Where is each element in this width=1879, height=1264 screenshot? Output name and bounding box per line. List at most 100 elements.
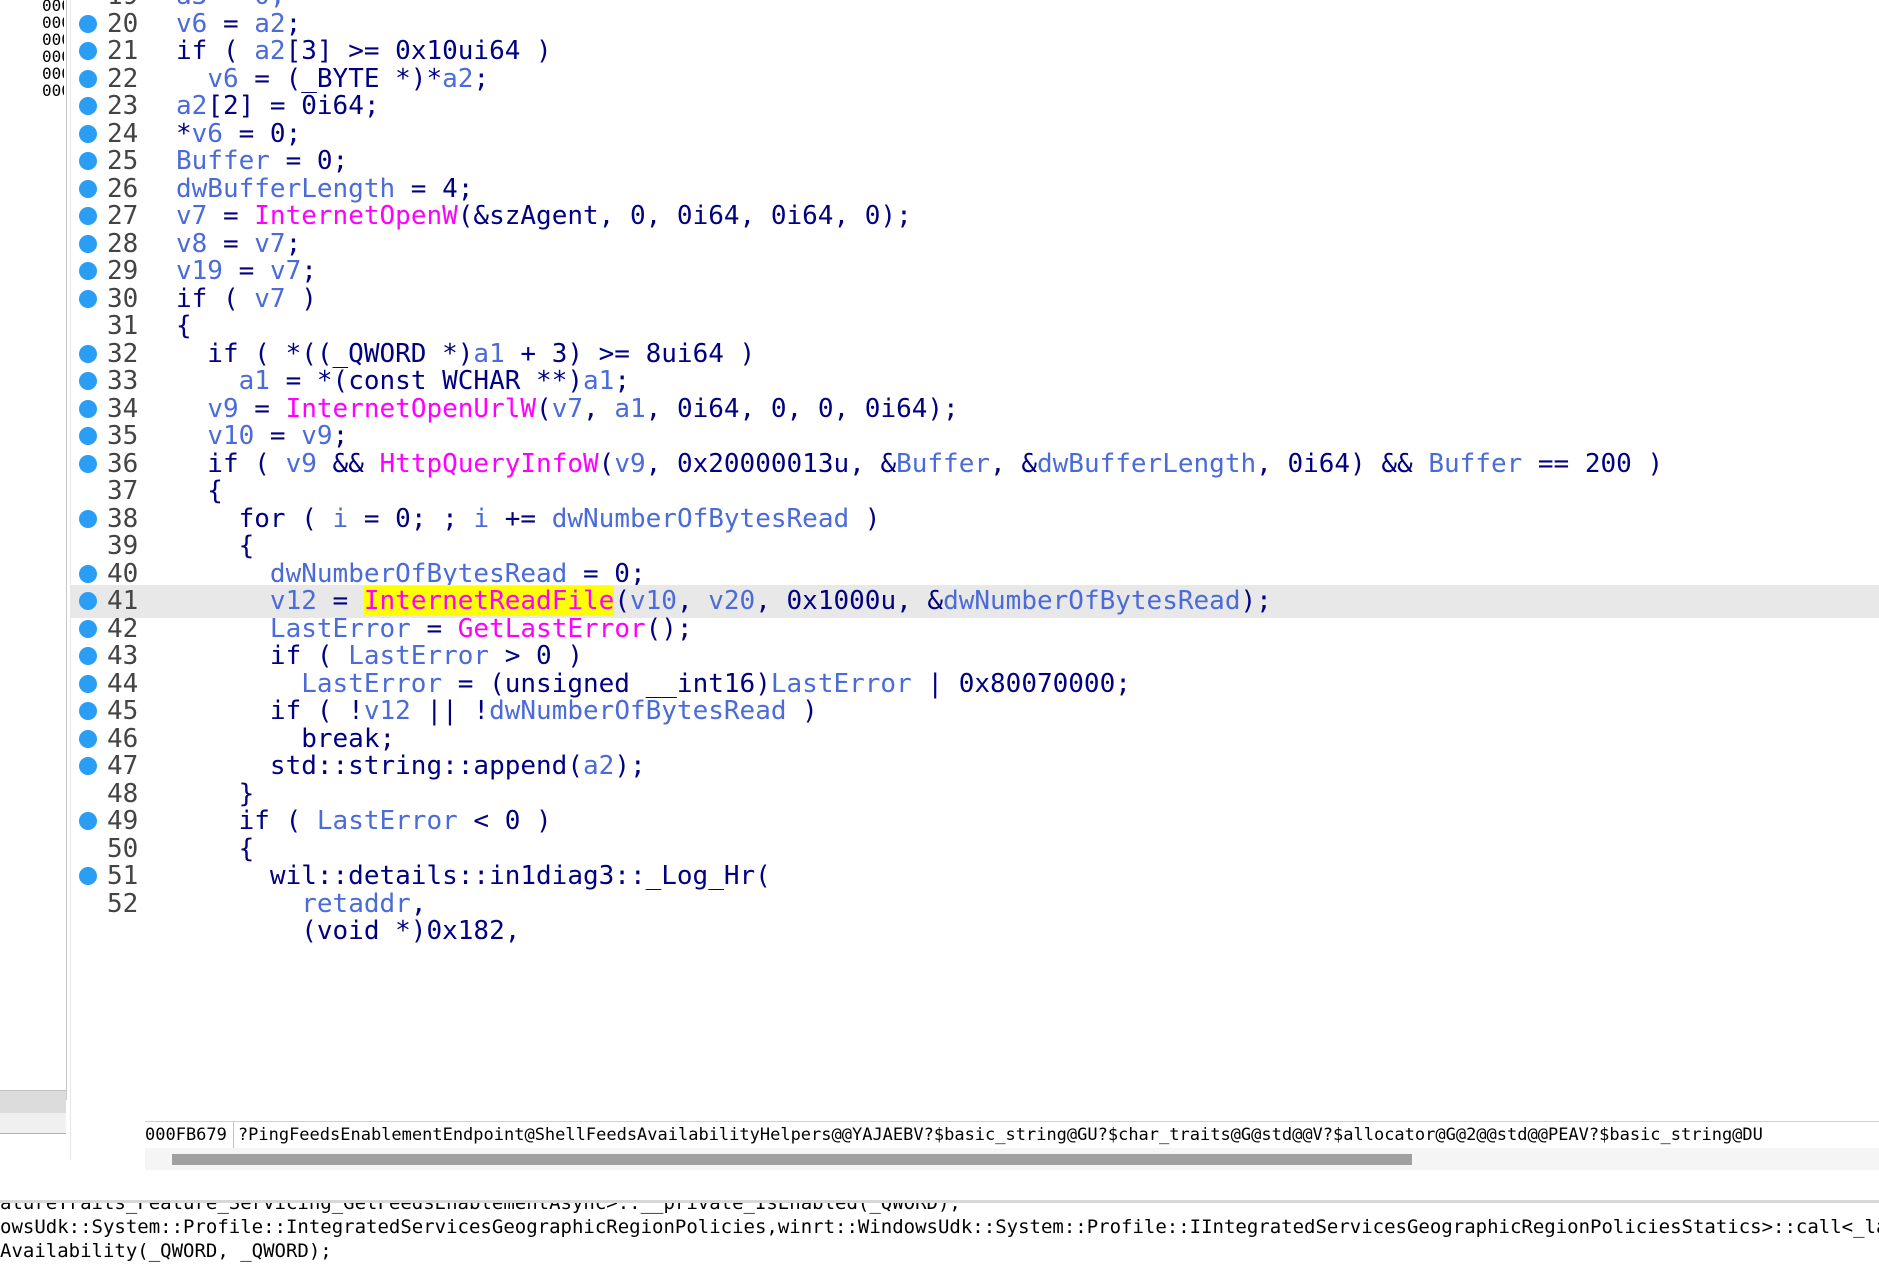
variable-token[interactable]: v9 [207,394,238,424]
breakpoint-marker-icon[interactable] [79,14,97,33]
variable-token[interactable]: Buffer [1428,449,1522,479]
variable-token[interactable]: a1 [239,366,270,396]
variable-token[interactable]: v7 [270,256,301,286]
variable-token[interactable]: v19 [176,256,223,286]
variable-token[interactable]: a2 [442,64,473,94]
function-call-token[interactable]: GetLastError [458,614,646,644]
variable-token[interactable]: LastError [317,806,458,836]
variable-token[interactable]: a2 [254,36,285,66]
variable-token[interactable]: v7 [254,284,285,314]
variable-token[interactable]: v9 [614,449,645,479]
variable-token[interactable]: LastError [348,641,489,671]
variable-token[interactable]: dwBufferLength [176,174,395,204]
variable-token[interactable]: a1 [614,394,645,424]
code-content[interactable]: (void *)0x182, [176,915,520,948]
scrollbar-thumb[interactable] [172,1154,1412,1165]
variable-token[interactable]: v8 [176,229,207,259]
output-line: atureTraits_Feature_Servicing_GetFeedsEn… [0,1203,961,1214]
code-text: ; [285,8,302,39]
variable-token[interactable]: v10 [207,421,254,451]
variable-token[interactable]: dwBufferLength [1037,449,1256,479]
variable-token[interactable]: v20 [708,586,755,616]
variable-token[interactable]: a1 [583,366,614,396]
variable-token[interactable]: v6 [207,64,238,94]
code-text: [3] >= 0x10ui64 ) [285,36,552,66]
variable-token[interactable]: i [473,504,489,534]
variable-token[interactable]: v12 [364,696,411,726]
function-call-token[interactable]: InternetOpenW [254,201,458,231]
output-window: atureTraits_Feature_Servicing_GetFeedsEn… [0,1203,1879,1264]
breakpoint-marker-icon[interactable] [79,867,97,885]
breakpoint-marker-icon[interactable] [79,729,97,748]
breakpoint-marker-icon[interactable] [79,97,97,115]
breakpoint-marker-icon[interactable] [79,289,97,308]
function-call-token[interactable]: HttpQueryInfoW [380,449,599,479]
breakpoint-marker-icon[interactable] [79,69,97,88]
variable-token[interactable]: v6 [192,119,223,149]
code-text: if ( [176,806,317,836]
code-text: ) [786,696,818,726]
code-line[interactable]: (void *)0x182, [71,915,1879,948]
variable-token[interactable]: v10 [630,586,677,616]
breakpoint-marker-icon[interactable] [79,564,97,583]
breakpoint-marker-icon[interactable] [79,427,97,445]
variable-token[interactable]: dwNumberOfBytesRead [489,696,786,726]
breakpoint-marker-icon[interactable] [79,42,97,60]
breakpoint-marker-icon[interactable] [79,757,97,775]
code-text: = [316,586,364,616]
output-line: Availability(_QWORD, _QWORD); [0,1240,332,1262]
breakpoint-marker-icon[interactable] [79,812,97,830]
variable-token[interactable]: v9 [286,449,317,479]
function-address[interactable]: 000 [42,81,64,101]
code-text: , 0x20000013u, & [645,448,897,479]
variable-token[interactable]: v7 [176,201,207,231]
breakpoint-marker-icon[interactable] [79,262,97,280]
breakpoint-marker-icon[interactable] [79,152,97,170]
breakpoint-marker-icon[interactable] [79,344,97,363]
breakpoint-marker-icon[interactable] [79,179,97,198]
panel-scrollbar[interactable] [0,1113,66,1134]
variable-token[interactable]: a2 [254,9,285,39]
breakpoint-marker-icon[interactable] [79,207,97,225]
variable-token[interactable]: LastError [270,614,411,644]
breakpoint-marker-icon[interactable] [79,509,97,528]
variable-token[interactable]: Buffer [176,146,270,176]
variable-token[interactable]: dwNumberOfBytesRead [270,559,567,589]
breakpoint-marker-icon[interactable] [79,702,97,720]
variable-token[interactable]: retaddr [301,889,411,919]
pseudocode-view[interactable]: 19a3 = 0;20v6 = a2;21if ( a2[3] >= 0x10u… [71,0,1879,1120]
breakpoint-marker-icon[interactable] [79,674,97,693]
breakpoint-marker-icon[interactable] [79,454,97,473]
breakpoint-marker-icon[interactable] [79,399,97,418]
variable-token[interactable]: a2 [583,751,614,781]
variable-token[interactable]: dwNumberOfBytesRead [552,504,849,534]
code-text: [2] = 0i64; [207,91,380,121]
code-text: = *(const WCHAR **) [269,366,584,396]
variable-token[interactable]: v7 [254,229,285,259]
breakpoint-marker-icon[interactable] [79,619,97,638]
breakpoint-marker-icon[interactable] [79,124,97,143]
variable-token[interactable]: dwNumberOfBytesRead [943,586,1240,616]
code-text: (); [645,613,693,644]
breakpoint-marker-icon[interactable] [79,592,97,610]
variable-token[interactable]: a2 [176,91,207,121]
variable-token[interactable]: LastError [301,669,442,699]
variable-token[interactable]: LastError [771,669,912,699]
breakpoint-marker-icon[interactable] [79,234,97,253]
variable-token[interactable]: Buffer [896,449,990,479]
horizontal-scrollbar[interactable] [145,1148,1879,1170]
breakpoint-marker-icon[interactable] [79,647,97,665]
breakpoint-marker-icon[interactable] [79,372,97,390]
variable-token[interactable]: i [333,504,349,534]
code-text: { [176,531,255,561]
variable-token[interactable]: v7 [552,394,583,424]
variable-token[interactable]: v12 [270,586,317,616]
code-text: = [207,228,255,259]
function-call-token[interactable]: InternetOpenUrlW [286,394,536,424]
code-text: for ( [176,503,333,534]
variable-token[interactable]: v6 [176,9,207,39]
variable-token[interactable]: a1 [473,339,504,369]
variable-token[interactable]: v9 [301,421,332,451]
highlighted-token[interactable]: InternetReadFile [363,586,615,616]
code-text: = (unsigned __int16) [442,668,771,699]
